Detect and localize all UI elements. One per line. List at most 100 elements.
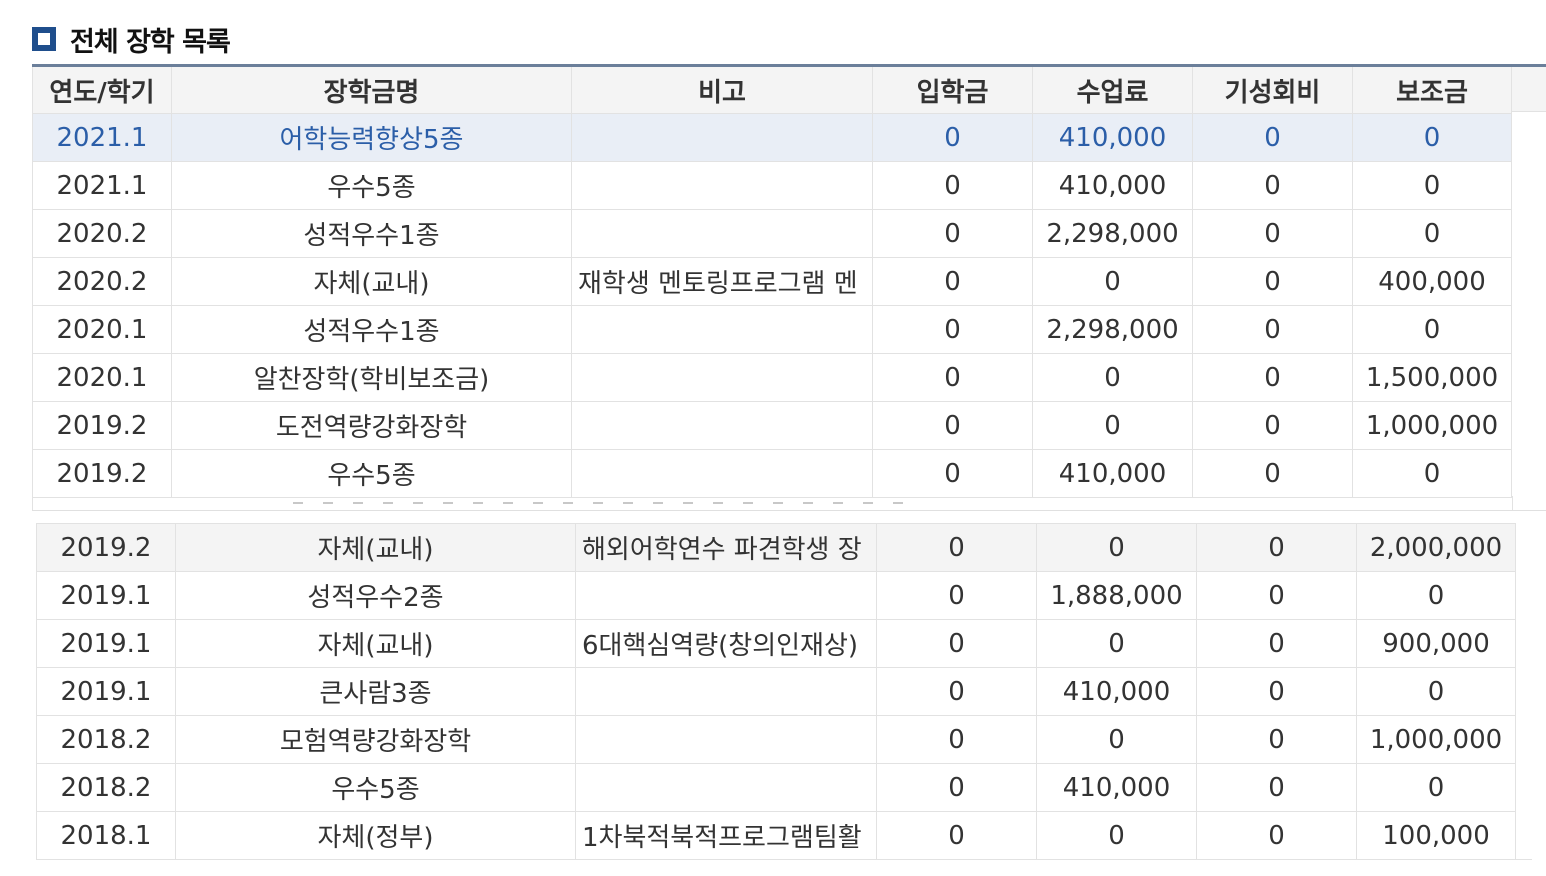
cell-notes: 재학생 멘토링프로그램 멘 <box>571 257 873 306</box>
cell-admission: 0 <box>872 161 1033 210</box>
cell-subsidy: 1,000,000 <box>1356 715 1516 764</box>
cell-notes <box>575 667 877 716</box>
table-row[interactable]: 2019.2 자체(교내) 해외어학연수 파견학생 장 0 0 0 2,000,000 <box>36 523 1516 572</box>
cell-support-fee: 0 <box>1192 209 1353 258</box>
cell-admission: 0 <box>872 449 1033 498</box>
cell-term: 2019.1 <box>36 667 176 716</box>
column-header-support-fee[interactable]: 기성회비 <box>1192 64 1353 114</box>
cell-support-fee: 0 <box>1192 257 1353 306</box>
cell-subsidy: 1,500,000 <box>1352 353 1512 402</box>
column-header-admission[interactable]: 입학금 <box>872 64 1033 114</box>
cell-tuition: 0 <box>1032 401 1193 450</box>
cell-tuition: 410,000 <box>1036 763 1197 812</box>
cell-subsidy: 0 <box>1352 305 1512 354</box>
cell-name: 자체(교내) <box>171 257 572 306</box>
table-row[interactable]: 2019.1 성적우수2종 0 1,888,000 0 0 <box>36 571 1516 620</box>
cell-subsidy: 100,000 <box>1356 811 1516 860</box>
cell-support-fee: 0 <box>1196 763 1357 812</box>
square-bullet-icon <box>32 27 56 51</box>
cell-admission: 0 <box>876 523 1037 572</box>
cell-term: 2021.1 <box>32 113 172 162</box>
cell-tuition: 0 <box>1036 811 1197 860</box>
cell-term: 2019.1 <box>36 571 176 620</box>
scholarship-table-top: 연도/학기 장학금명 비고 입학금 수업료 기성회비 보조금 2021.1 어학능… <box>32 64 1512 498</box>
cell-admission: 0 <box>876 571 1037 620</box>
cell-notes <box>571 161 873 210</box>
cell-support-fee: 0 <box>1196 811 1357 860</box>
table-row[interactable]: 2019.1 큰사람3종 0 410,000 0 0 <box>36 667 1516 716</box>
cell-admission: 0 <box>872 353 1033 402</box>
cell-support-fee: 0 <box>1196 571 1357 620</box>
cell-notes <box>571 353 873 402</box>
cell-subsidy: 400,000 <box>1352 257 1512 306</box>
bottom-border <box>36 859 1532 860</box>
cell-subsidy: 0 <box>1356 667 1516 716</box>
table-row[interactable]: 2021.1 어학능력향상5종 0 410,000 0 0 <box>32 113 1512 162</box>
cell-term: 2021.1 <box>32 161 172 210</box>
cell-name: 모험역량강화장학 <box>175 715 576 764</box>
cell-notes: 해외어학연수 파견학생 장 <box>575 523 877 572</box>
cell-term: 2020.2 <box>32 257 172 306</box>
cell-term: 2019.2 <box>32 401 172 450</box>
cell-name: 자체(정부) <box>175 811 576 860</box>
table-row[interactable]: 2020.2 성적우수1종 0 2,298,000 0 0 <box>32 209 1512 258</box>
cell-tuition: 2,298,000 <box>1032 305 1193 354</box>
cell-name: 우수5종 <box>171 161 572 210</box>
table-row[interactable]: 2018.2 우수5종 0 410,000 0 0 <box>36 763 1516 812</box>
cell-name: 자체(교내) <box>175 619 576 668</box>
cell-support-fee: 0 <box>1192 305 1353 354</box>
cell-notes <box>571 305 873 354</box>
cell-term: 2018.2 <box>36 763 176 812</box>
cell-tuition: 410,000 <box>1036 667 1197 716</box>
table-row[interactable]: 2020.2 자체(교내) 재학생 멘토링프로그램 멘 0 0 0 400,000 <box>32 257 1512 306</box>
table-row[interactable]: 2020.1 성적우수1종 0 2,298,000 0 0 <box>32 305 1512 354</box>
cell-tuition: 0 <box>1032 353 1193 402</box>
table-header-row: 연도/학기 장학금명 비고 입학금 수업료 기성회비 보조금 <box>32 64 1512 114</box>
cell-support-fee: 0 <box>1192 113 1353 162</box>
column-header-notes[interactable]: 비고 <box>571 64 873 114</box>
cell-subsidy: 1,000,000 <box>1352 401 1512 450</box>
table-row[interactable]: 2019.2 우수5종 0 410,000 0 0 <box>32 449 1512 498</box>
table-row[interactable]: 2021.1 우수5종 0 410,000 0 0 <box>32 161 1512 210</box>
cell-admission: 0 <box>876 763 1037 812</box>
cell-support-fee: 0 <box>1192 401 1353 450</box>
cell-notes <box>575 763 877 812</box>
column-header-name[interactable]: 장학금명 <box>171 64 572 114</box>
cell-name: 성적우수1종 <box>171 209 572 258</box>
cut-off-row <box>32 496 1513 510</box>
cell-notes <box>571 449 873 498</box>
table-row[interactable]: 2020.1 알찬장학(학비보조금) 0 0 0 1,500,000 <box>32 353 1512 402</box>
table-row[interactable]: 2018.1 자체(정부) 1차북적북적프로그램팀활 0 0 0 100,000 <box>36 811 1516 860</box>
cell-support-fee: 0 <box>1196 523 1357 572</box>
cell-tuition: 0 <box>1032 257 1193 306</box>
cell-support-fee: 0 <box>1196 715 1357 764</box>
table-row[interactable]: 2019.1 자체(교내) 6대핵심역량(창의인재상) 0 0 0 900,000 <box>36 619 1516 668</box>
cell-term: 2020.1 <box>32 305 172 354</box>
cell-name: 성적우수1종 <box>171 305 572 354</box>
cell-tuition: 410,000 <box>1032 449 1193 498</box>
cell-admission: 0 <box>872 305 1033 354</box>
table-row[interactable]: 2019.2 도전역량강화장학 0 0 0 1,000,000 <box>32 401 1512 450</box>
cell-term: 2020.1 <box>32 353 172 402</box>
cell-support-fee: 0 <box>1196 667 1357 716</box>
cell-notes <box>575 715 877 764</box>
cell-admission: 0 <box>872 401 1033 450</box>
cell-subsidy: 0 <box>1352 161 1512 210</box>
column-header-term[interactable]: 연도/학기 <box>32 64 172 114</box>
cell-name: 큰사람3종 <box>175 667 576 716</box>
cell-subsidy: 900,000 <box>1356 619 1516 668</box>
cell-term: 2019.2 <box>36 523 176 572</box>
cell-notes <box>571 113 873 162</box>
cell-term: 2018.1 <box>36 811 176 860</box>
cell-subsidy: 0 <box>1356 571 1516 620</box>
cell-term: 2019.1 <box>36 619 176 668</box>
table-row[interactable]: 2018.2 모험역량강화장학 0 0 0 1,000,000 <box>36 715 1516 764</box>
cell-subsidy: 0 <box>1352 113 1512 162</box>
cell-name: 어학능력향상5종 <box>171 113 572 162</box>
column-header-subsidy[interactable]: 보조금 <box>1352 64 1512 114</box>
cell-admission: 0 <box>876 811 1037 860</box>
cell-tuition: 0 <box>1036 715 1197 764</box>
cell-name: 성적우수2종 <box>175 571 576 620</box>
column-header-tuition[interactable]: 수업료 <box>1032 64 1193 114</box>
cell-admission: 0 <box>876 619 1037 668</box>
